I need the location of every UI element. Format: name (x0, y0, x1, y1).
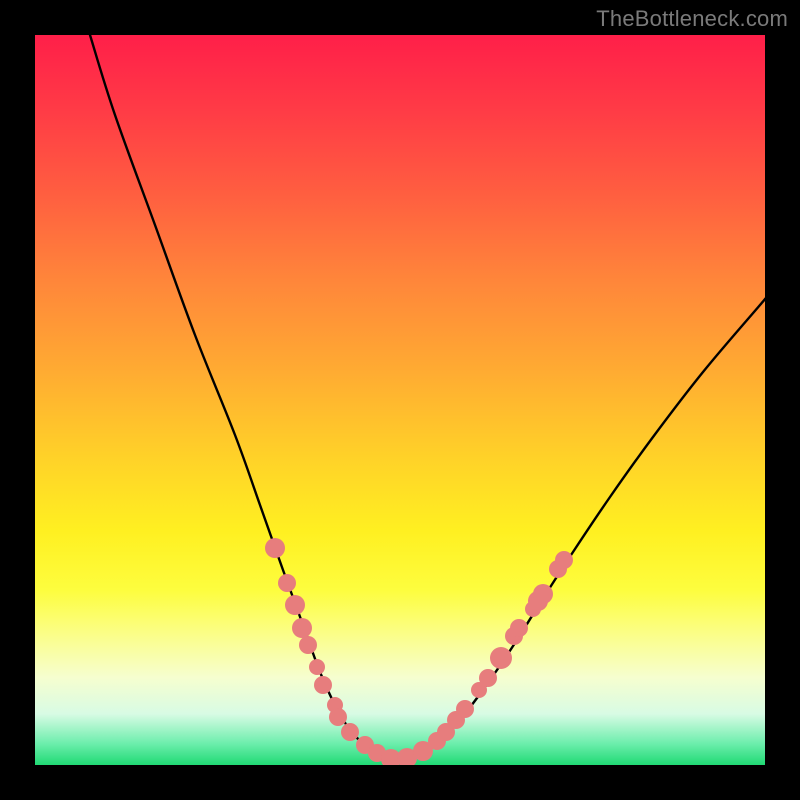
data-marker (341, 723, 359, 741)
left-curve (90, 35, 393, 761)
curves-group (90, 35, 765, 761)
right-curve (393, 297, 765, 761)
data-marker (329, 708, 347, 726)
data-marker (278, 574, 296, 592)
data-marker (456, 700, 474, 718)
plot-area (35, 35, 765, 765)
data-marker (309, 659, 325, 675)
data-marker (510, 619, 528, 637)
data-marker (265, 538, 285, 558)
data-marker (490, 647, 512, 669)
markers-group (265, 538, 573, 765)
curve-svg (35, 35, 765, 765)
data-marker (314, 676, 332, 694)
data-marker (479, 669, 497, 687)
data-marker (533, 584, 553, 604)
data-marker (292, 618, 312, 638)
chart-frame: TheBottleneck.com (0, 0, 800, 800)
data-marker (299, 636, 317, 654)
watermark-text: TheBottleneck.com (596, 6, 788, 32)
data-marker (285, 595, 305, 615)
data-marker (555, 551, 573, 569)
